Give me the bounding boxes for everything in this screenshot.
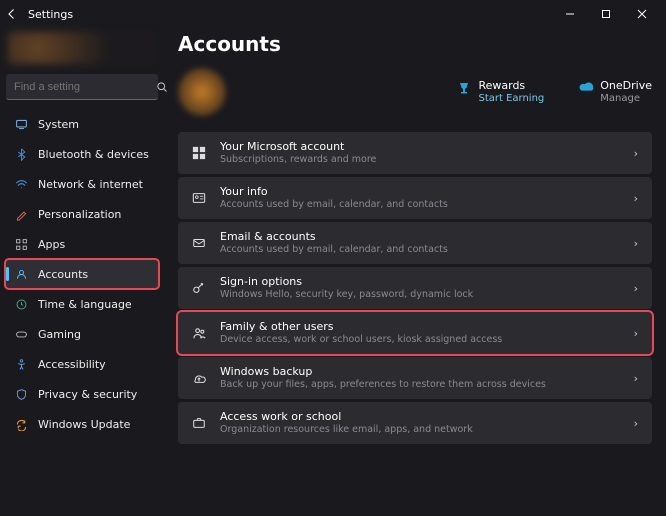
time-icon [14,298,28,311]
network-icon [14,178,28,191]
back-button[interactable] [6,8,22,20]
close-button[interactable] [624,0,660,28]
onedrive-sub: Manage [600,93,652,105]
card-desc: Accounts used by email, calendar, and co… [220,199,622,211]
rewards-tile[interactable]: Rewards Start Earning [456,79,544,104]
card-title: Access work or school [220,410,622,424]
sidebar-item-update[interactable]: Windows Update [6,410,158,438]
chevron-right-icon: › [634,417,638,430]
onedrive-tile[interactable]: OneDrive Manage [576,79,652,104]
minimize-button[interactable] [552,0,588,28]
sidebar-item-apps[interactable]: Apps [6,230,158,258]
sidebar-item-accessibility[interactable]: Accessibility [6,350,158,378]
sidebar-item-system[interactable]: System [6,110,158,138]
accessibility-icon [14,358,28,371]
chevron-right-icon: › [634,147,638,160]
apps-icon [14,238,28,251]
sidebar-item-label: Bluetooth & devices [38,148,149,161]
chevron-right-icon: › [634,327,638,340]
card-your-info[interactable]: Your info Accounts used by email, calend… [178,177,652,219]
card-desc: Accounts used by email, calendar, and co… [220,244,622,256]
rewards-title: Rewards [478,79,544,92]
card-windows-backup[interactable]: Windows backup Back up your files, apps,… [178,357,652,399]
avatar[interactable] [178,68,226,116]
sidebar-item-label: Accessibility [38,358,106,371]
card-title: Your Microsoft account [220,140,622,154]
sidebar-item-accounts[interactable]: Accounts [6,260,158,288]
sidebar-item-network[interactable]: Network & internet [6,170,158,198]
microsoft-icon [190,146,208,160]
sidebar-item-label: Network & internet [38,178,143,191]
search-box[interactable] [6,74,158,100]
sidebar-item-time[interactable]: Time & language [6,290,158,318]
card-title: Sign-in options [220,275,622,289]
card-desc: Organization resources like email, apps,… [220,424,622,436]
search-input[interactable] [14,81,156,93]
gaming-icon [14,328,28,341]
id-card-icon [190,191,208,205]
card-title: Email & accounts [220,230,622,244]
chevron-right-icon: › [634,372,638,385]
system-icon [14,118,28,131]
sidebar-item-bluetooth[interactable]: Bluetooth & devices [6,140,158,168]
sidebar-item-label: Apps [38,238,65,251]
sidebar-item-label: Accounts [38,268,88,281]
profile-preview[interactable] [8,32,156,64]
sidebar-item-personalization[interactable]: Personalization [6,200,158,228]
chevron-right-icon: › [634,282,638,295]
privacy-icon [14,388,28,401]
briefcase-icon [190,416,208,430]
sidebar-item-label: Windows Update [38,418,130,431]
card-desc: Device access, work or school users, kio… [220,334,622,346]
card-access-work-school[interactable]: Access work or school Organization resou… [178,402,652,444]
window-title: Settings [28,8,73,21]
personalization-icon [14,208,28,221]
sidebar-nav: System Bluetooth & devices Network & int… [6,110,158,438]
accounts-icon [14,268,28,281]
bluetooth-icon [14,148,28,161]
card-microsoft-account[interactable]: Your Microsoft account Subscriptions, re… [178,132,652,174]
chevron-right-icon: › [634,237,638,250]
card-title: Family & other users [220,320,622,334]
card-title: Your info [220,185,622,199]
sidebar-item-label: Personalization [38,208,121,221]
card-email-accounts[interactable]: Email & accounts Accounts used by email,… [178,222,652,264]
card-desc: Windows Hello, security key, password, d… [220,289,622,301]
rewards-sub: Start Earning [478,93,544,105]
page-title: Accounts [178,32,652,56]
card-desc: Back up your files, apps, preferences to… [220,379,622,391]
sidebar-item-gaming[interactable]: Gaming [6,320,158,348]
backup-icon [190,371,208,385]
user-header: Rewards Start Earning OneDrive Manage [178,68,652,116]
card-family-other-users[interactable]: Family & other users Device access, work… [178,312,652,354]
settings-cards: Your Microsoft account Subscriptions, re… [178,132,652,444]
onedrive-icon [576,80,594,94]
update-icon [14,418,28,431]
sidebar-item-label: Time & language [38,298,132,311]
sidebar-item-label: Privacy & security [38,388,137,401]
sidebar: System Bluetooth & devices Network & int… [0,28,164,516]
main-content: Accounts Rewards Start Earning OneDrive [164,28,666,516]
card-desc: Subscriptions, rewards and more [220,154,622,166]
sidebar-item-label: System [38,118,79,131]
chevron-right-icon: › [634,192,638,205]
maximize-button[interactable] [588,0,624,28]
family-icon [190,326,208,341]
sidebar-item-label: Gaming [38,328,81,341]
rewards-icon [456,80,472,96]
onedrive-title: OneDrive [600,79,652,92]
titlebar: Settings [0,0,666,28]
sidebar-item-privacy[interactable]: Privacy & security [6,380,158,408]
key-icon [190,281,208,295]
card-signin-options[interactable]: Sign-in options Windows Hello, security … [178,267,652,309]
card-title: Windows backup [220,365,622,379]
email-icon [190,236,208,250]
